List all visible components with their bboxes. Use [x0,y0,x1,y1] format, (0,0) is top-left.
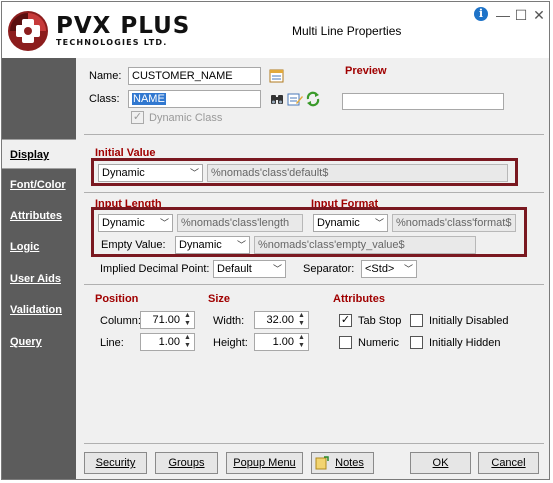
window-frame [1,1,550,480]
